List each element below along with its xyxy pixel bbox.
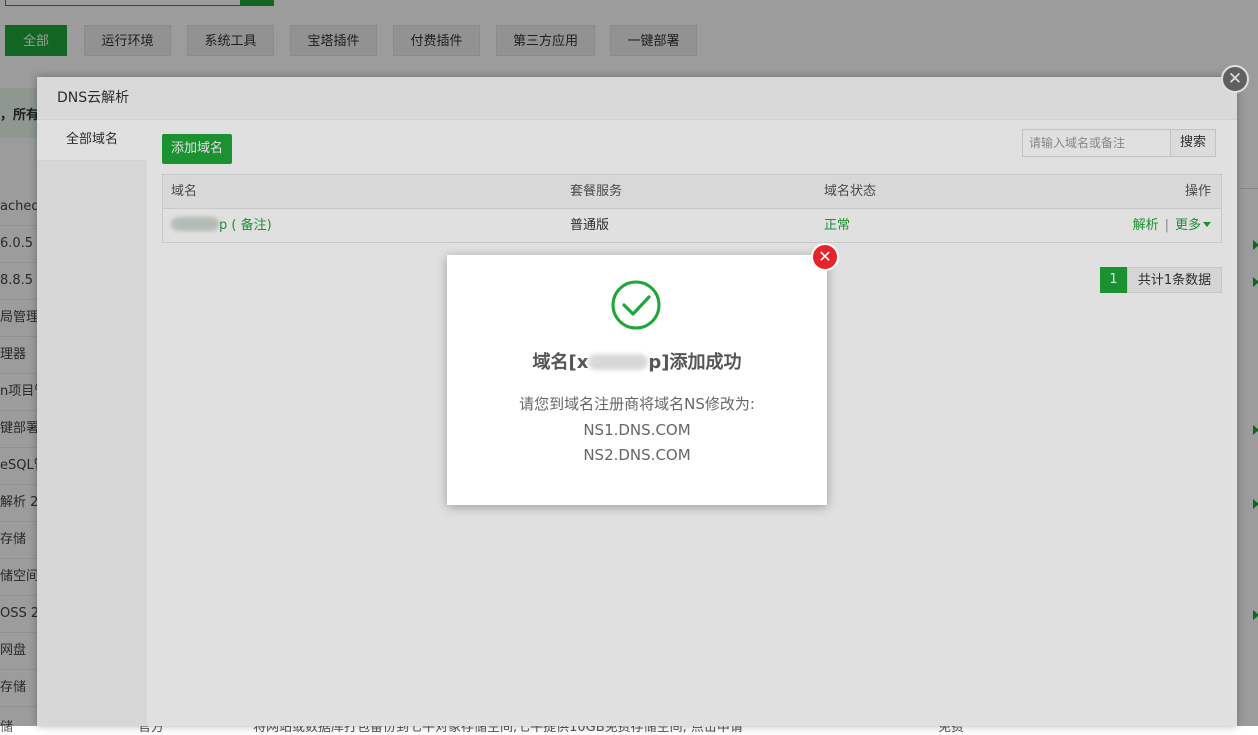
- title-suffix: p]添加成功: [648, 352, 742, 373]
- title-prefix: 域名[x: [532, 352, 589, 373]
- nameserver-2: NS2.DNS.COM: [583, 446, 691, 464]
- success-dialog: 域名[x p]添加成功 请您到域名注册商将域名NS修改为: NS1.DNS.COM…: [447, 255, 827, 505]
- dialog-close-icon[interactable]: ✕: [811, 243, 839, 271]
- check-circle-icon: [611, 280, 661, 330]
- redacted-text: [588, 354, 649, 370]
- dialog-message: 请您到域名注册商将域名NS修改为:: [519, 395, 755, 413]
- dialog-title: 域名[x p]添加成功: [447, 348, 827, 374]
- nameserver-1: NS1.DNS.COM: [583, 421, 691, 439]
